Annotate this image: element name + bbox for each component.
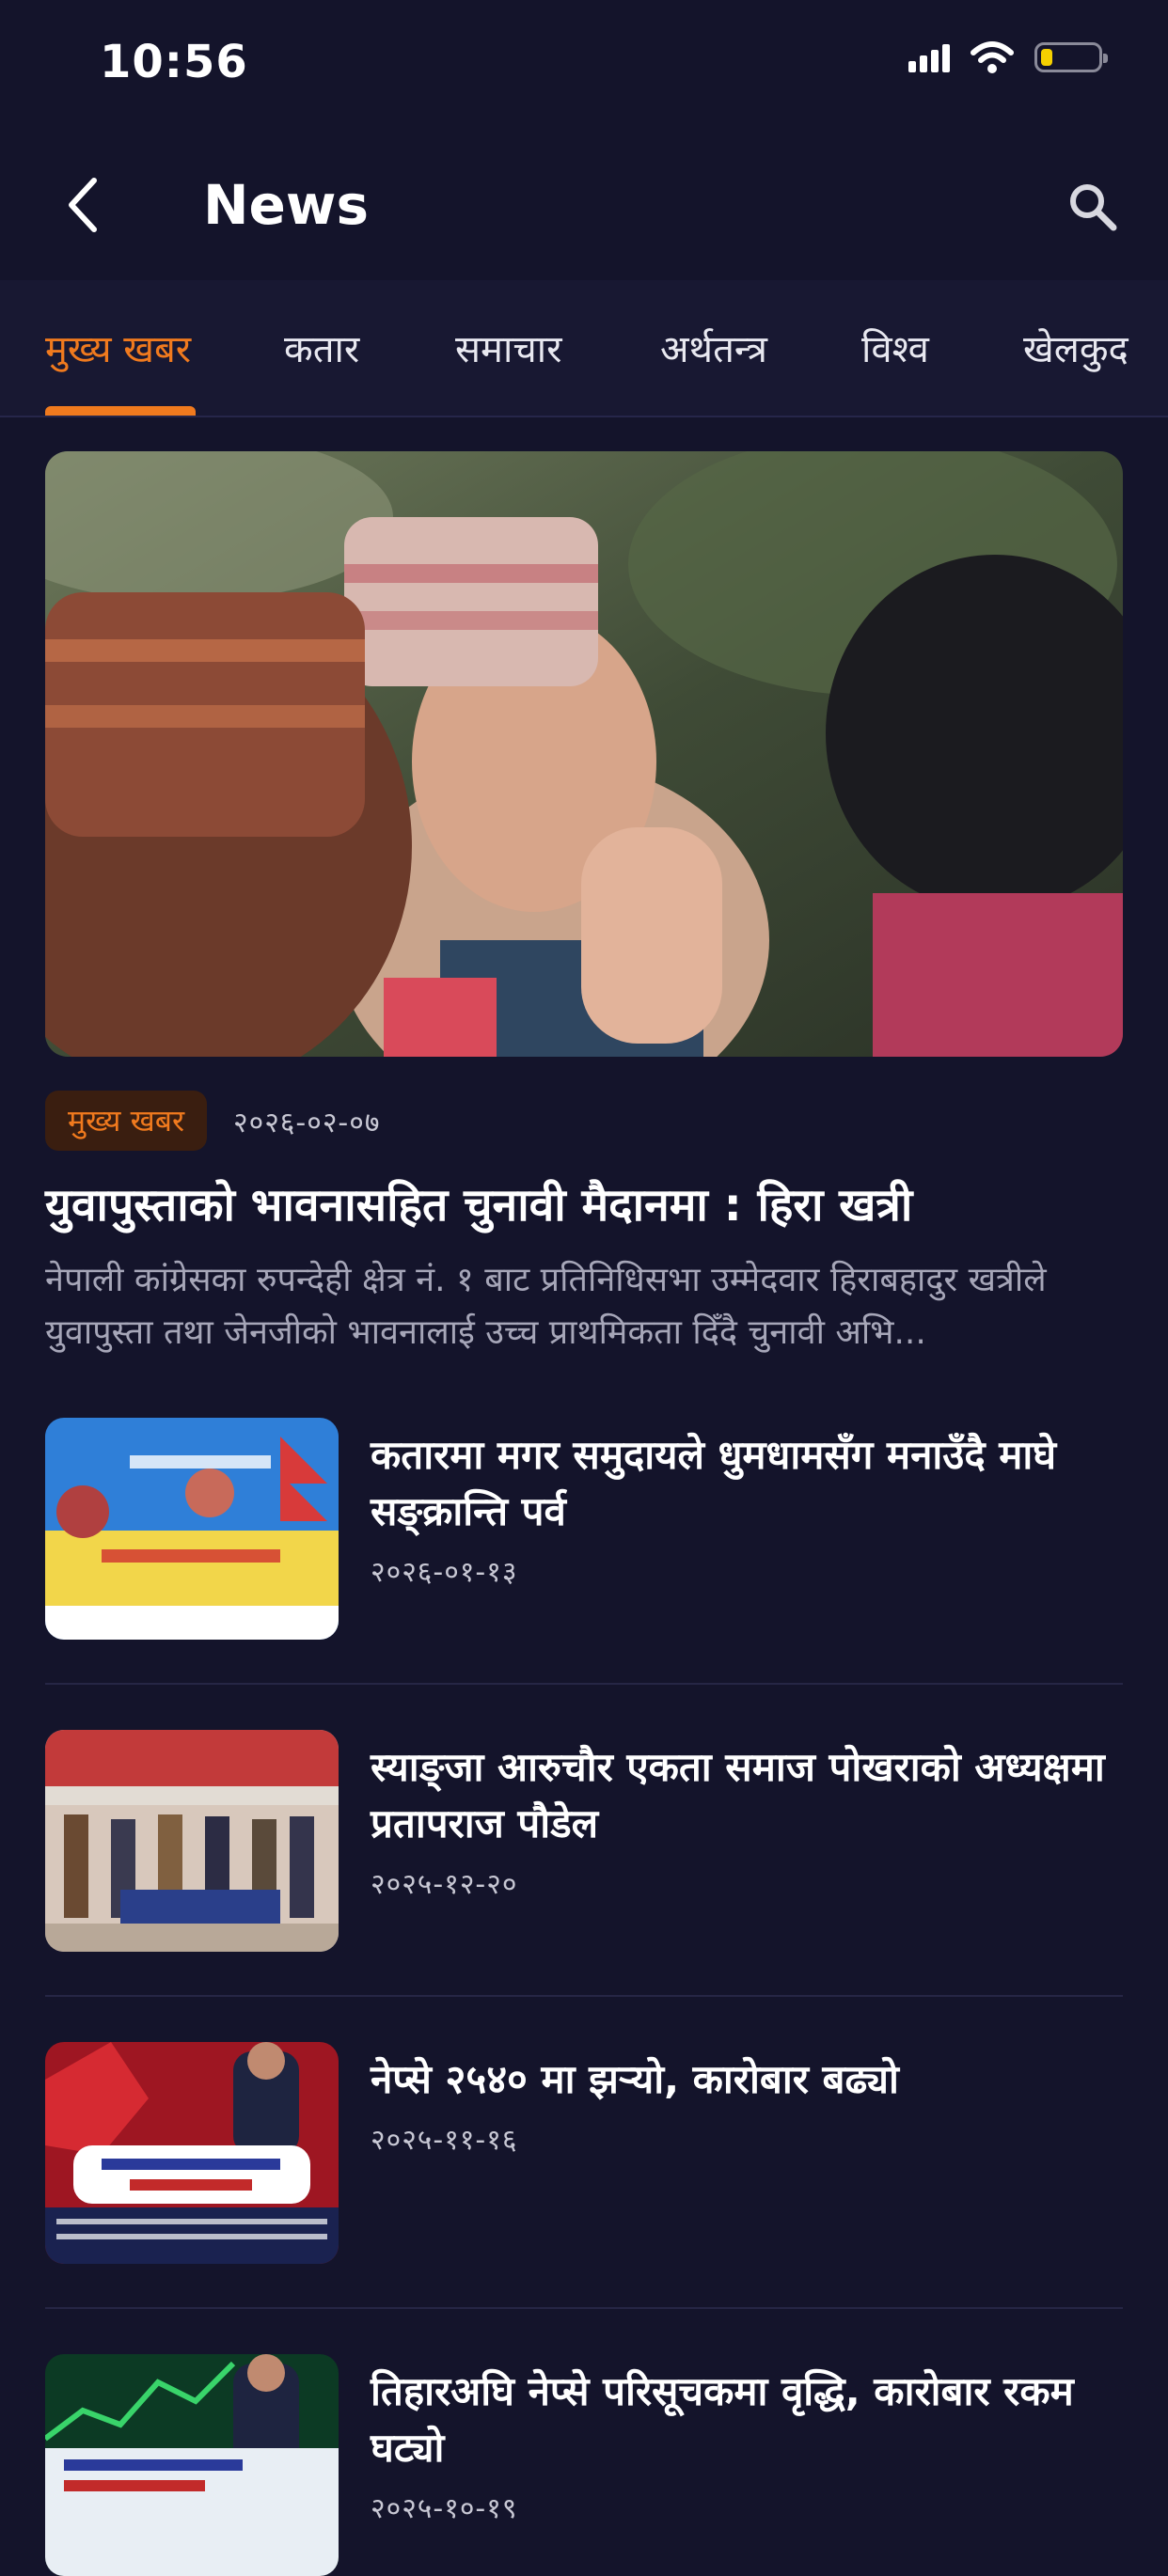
tab-sports[interactable]: खेलकुद bbox=[1023, 322, 1129, 373]
news-list-item[interactable]: स्याङ्जा आरुचौर एकता समाज पोखराको अध्यक्… bbox=[45, 1730, 1123, 1952]
featured-date: २०२६-०२-०७ bbox=[233, 1107, 381, 1139]
divider bbox=[45, 1995, 1123, 1997]
category-badge[interactable]: मुख्य खबर bbox=[45, 1091, 208, 1151]
category-tabs: मुख्य खबर कतार समाचार अर्थतन्त्र विश्व ख… bbox=[0, 280, 1168, 417]
news-thumbnail bbox=[45, 2042, 339, 2264]
news-thumbnail bbox=[45, 1730, 339, 1952]
divider bbox=[45, 2307, 1123, 2309]
news-list-item[interactable]: कतारमा मगर समुदायले धुमधामसँग मनाउँदै मा… bbox=[45, 1418, 1123, 1640]
tab-main-news[interactable]: मुख्य खबर bbox=[45, 322, 191, 373]
status-time: 10:56 bbox=[100, 36, 248, 88]
news-date: २०२५-११-१६ bbox=[371, 2124, 518, 2157]
tab-qatar[interactable]: कतार bbox=[284, 322, 359, 373]
app-header: News bbox=[0, 132, 1168, 280]
active-tab-indicator bbox=[45, 406, 196, 416]
news-headline[interactable]: कतारमा मगर समुदायले धुमधामसँग मनाउँदै मा… bbox=[371, 1427, 1123, 1540]
news-headline[interactable]: स्याङ्जा आरुचौर एकता समाज पोखराको अध्यक्… bbox=[371, 1739, 1123, 1852]
search-button[interactable] bbox=[1055, 169, 1130, 244]
news-date: २०२५-१२-२० bbox=[371, 1868, 518, 1901]
news-list-item[interactable]: तिहारअघि नेप्से परिसूचकमा वृद्धि, कारोबा… bbox=[45, 2354, 1123, 2576]
chevron-left-icon bbox=[69, 178, 97, 232]
battery-level bbox=[1041, 49, 1052, 66]
news-thumbnail bbox=[45, 2354, 339, 2576]
featured-headline[interactable]: युवापुस्ताको भावनासहित चुनावी मैदानमा : … bbox=[45, 1175, 1136, 1235]
divider bbox=[45, 1683, 1123, 1685]
page-title: News bbox=[203, 173, 369, 237]
tab-news[interactable]: समाचार bbox=[455, 322, 561, 373]
news-thumbnail bbox=[45, 1418, 339, 1640]
search-icon bbox=[1070, 184, 1117, 231]
tab-economy[interactable]: अर्थतन्त्र bbox=[660, 322, 767, 373]
wifi-icon bbox=[971, 41, 1014, 73]
featured-summary: नेपाली कांग्रेसका रुपन्देही क्षेत्र नं. … bbox=[45, 1261, 1047, 1352]
status-bar: 10:56 bbox=[0, 0, 1168, 132]
back-button[interactable] bbox=[49, 167, 117, 243]
news-headline[interactable]: नेप्से २५४० मा झर्‍यो, कारोबार बढ्यो bbox=[371, 2051, 1123, 2108]
cellular-signal-icon bbox=[908, 42, 950, 72]
status-icons bbox=[908, 41, 1108, 73]
news-date: २०२५-१०-१९ bbox=[371, 2492, 518, 2525]
featured-image[interactable] bbox=[45, 451, 1123, 1057]
news-date: २०२६-०१-१३ bbox=[371, 1556, 518, 1589]
battery-icon bbox=[1034, 42, 1108, 72]
tab-world[interactable]: विश्व bbox=[861, 322, 929, 373]
news-headline[interactable]: तिहारअघि नेप्से परिसूचकमा वृद्धि, कारोबा… bbox=[371, 2364, 1123, 2476]
news-list-item[interactable]: नेप्से २५४० मा झर्‍यो, कारोबार बढ्यो २०२… bbox=[45, 2042, 1123, 2264]
